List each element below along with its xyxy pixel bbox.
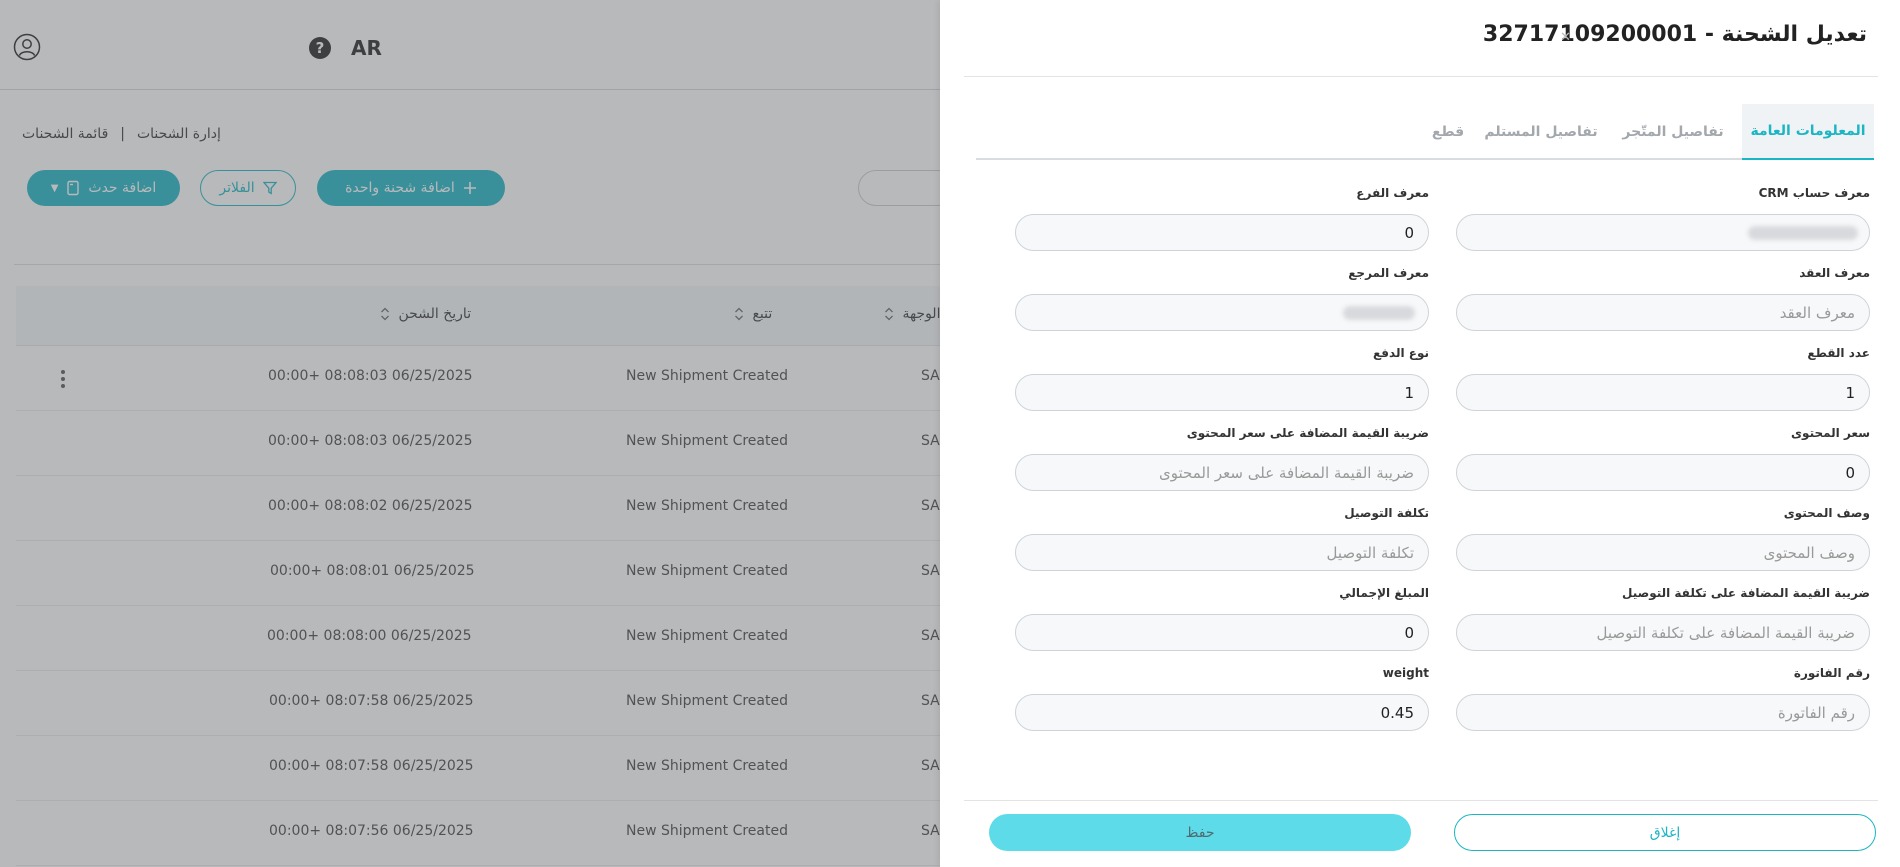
close-button[interactable]: إغلاق bbox=[1454, 814, 1876, 851]
divider bbox=[964, 76, 1878, 77]
pieces-count-label: عدد القطع bbox=[1807, 346, 1870, 360]
branch-id-label: معرف الفرع bbox=[1356, 186, 1429, 200]
reference-id-label: معرف المرجع bbox=[1348, 266, 1429, 280]
content-price-vat-field[interactable] bbox=[1015, 454, 1429, 491]
total-amount-label: المبلغ الإجمالي bbox=[1339, 586, 1429, 600]
redacted-value bbox=[1748, 226, 1858, 240]
content-description-label: وصف المحتوى bbox=[1783, 506, 1870, 520]
delivery-cost-field[interactable] bbox=[1015, 534, 1429, 571]
invoice-number-label: رقم الفاتورة bbox=[1793, 666, 1870, 680]
close-icon[interactable]: ✕ bbox=[1560, 30, 1571, 45]
content-price-vat-label: ضريبة القيمة المضافة على سعر المحتوى bbox=[1186, 426, 1429, 440]
tab-store-details[interactable]: تفاصيل المتّجر bbox=[1612, 104, 1734, 160]
drawer-tabs: المعلومات العامة تفاصيل المتّجر تفاصيل ا… bbox=[976, 104, 1874, 160]
weight-field[interactable] bbox=[1015, 694, 1429, 731]
modal-overlay[interactable] bbox=[0, 0, 940, 867]
tab-general-info[interactable]: المعلومات العامة bbox=[1742, 104, 1874, 160]
save-button[interactable]: حفظ bbox=[989, 814, 1411, 851]
contract-id-label: معرف العقد bbox=[1799, 266, 1870, 280]
delivery-cost-vat-label: ضريبة القيمة المضافة على تكلفة التوصيل bbox=[1621, 586, 1870, 600]
content-price-field[interactable] bbox=[1456, 454, 1870, 491]
payment-type-label: نوع الدفع bbox=[1372, 346, 1429, 360]
redacted-value bbox=[1343, 306, 1415, 320]
total-amount-field[interactable] bbox=[1015, 614, 1429, 651]
pieces-count-field[interactable] bbox=[1456, 374, 1870, 411]
divider bbox=[964, 800, 1878, 801]
branch-id-field[interactable] bbox=[1015, 214, 1429, 251]
edit-shipment-drawer: تعديل الشحنة - 32717109200001 ✕ المعلوما… bbox=[940, 0, 1900, 867]
drawer-title: تعديل الشحنة - 32717109200001 bbox=[1482, 22, 1867, 47]
weight-label: weight bbox=[1382, 666, 1429, 680]
tab-pieces[interactable]: قطع bbox=[1424, 104, 1472, 160]
invoice-number-field[interactable] bbox=[1456, 694, 1870, 731]
delivery-cost-label: تكلفة التوصيل bbox=[1344, 506, 1429, 520]
payment-type-field[interactable] bbox=[1015, 374, 1429, 411]
delivery-cost-vat-field[interactable] bbox=[1456, 614, 1870, 651]
tab-receiver-details[interactable]: تفاصيل المستلم bbox=[1476, 104, 1606, 160]
contract-id-field[interactable] bbox=[1456, 294, 1870, 331]
content-description-field[interactable] bbox=[1456, 534, 1870, 571]
crm-account-id-label: معرف حساب CRM bbox=[1758, 186, 1870, 200]
content-price-label: سعر المحتوى bbox=[1791, 426, 1870, 440]
